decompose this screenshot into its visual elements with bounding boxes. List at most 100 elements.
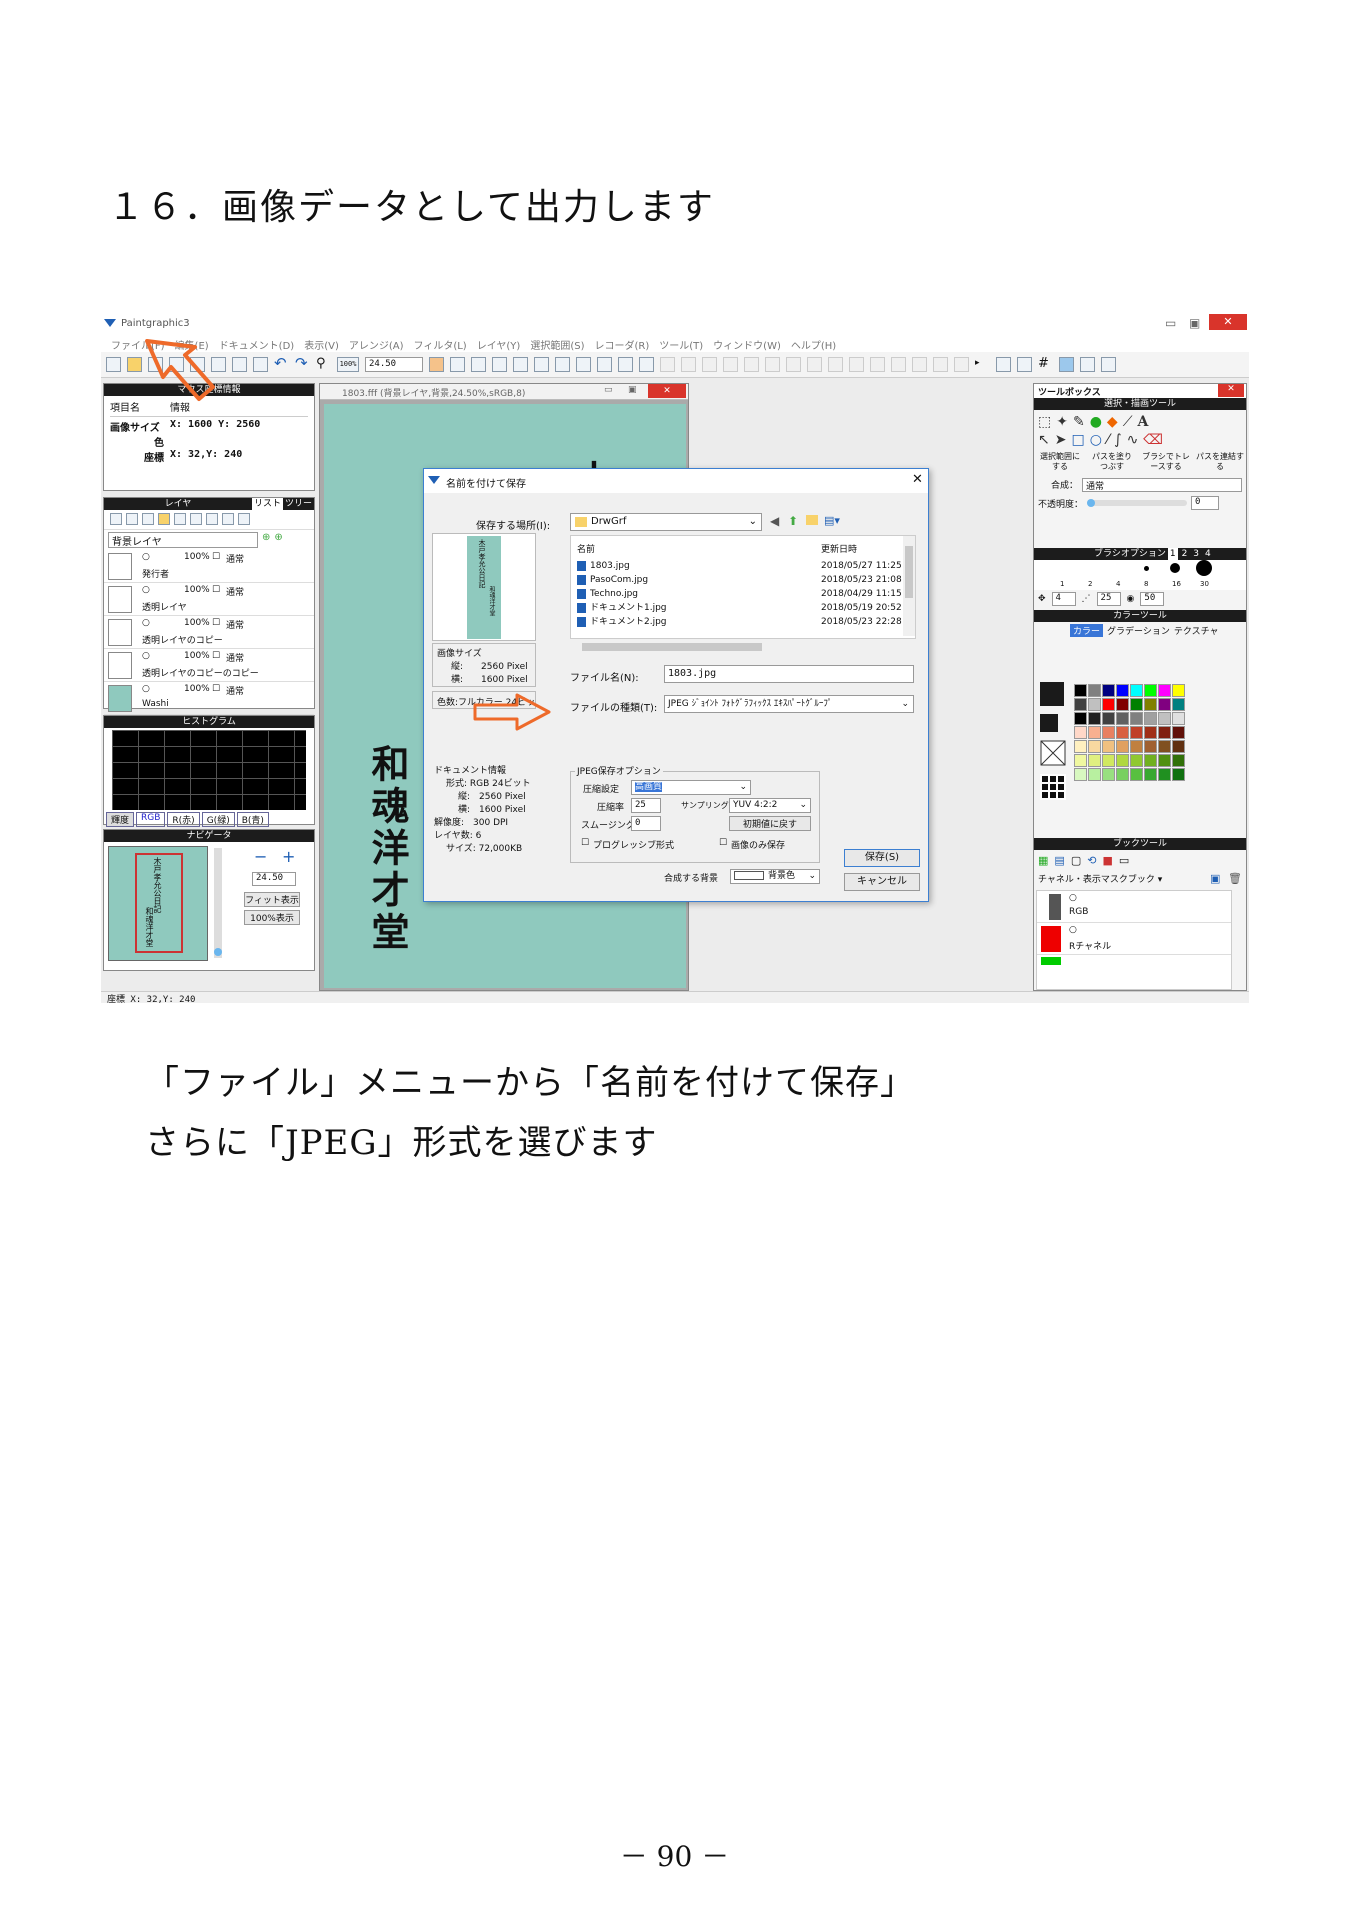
- color-swatch[interactable]: [1172, 684, 1185, 697]
- channel-visible-icon[interactable]: ○: [1069, 893, 1077, 903]
- menu-help[interactable]: ヘルプ(H): [791, 341, 836, 352]
- layer-folder-icon[interactable]: [158, 513, 170, 525]
- brush-tab-2[interactable]: 2: [1180, 548, 1190, 560]
- trace-brush-button[interactable]: ブラシでトレースする: [1140, 452, 1192, 472]
- channel-visible-icon[interactable]: ○: [1069, 925, 1077, 935]
- compress-setting-select[interactable]: 高画質 ⌄: [631, 780, 751, 795]
- tab-gradation[interactable]: グラデーション: [1107, 624, 1170, 637]
- restore-icon[interactable]: ▣: [1189, 316, 1200, 330]
- magic-wand-icon[interactable]: ✦: [1056, 414, 1073, 430]
- file-row[interactable]: ドキュメント1.jpg 2018/05/19 20:52: [571, 601, 915, 615]
- rotate-icon[interactable]: [450, 357, 465, 372]
- color-swatch[interactable]: [1102, 712, 1115, 725]
- color-swatch[interactable]: [1144, 740, 1157, 753]
- curve-tool-icon[interactable]: ∫: [1114, 432, 1126, 448]
- save-button[interactable]: 保存(S): [844, 849, 920, 867]
- color-swatch[interactable]: [1116, 754, 1129, 767]
- color-swatch[interactable]: [1130, 768, 1143, 781]
- tab-rgb[interactable]: RGB: [136, 812, 166, 827]
- color-swatch[interactable]: [1102, 740, 1115, 753]
- color-swatch[interactable]: [1116, 740, 1129, 753]
- sampling-select[interactable]: YUV 4:2:2 ⌄: [729, 798, 811, 813]
- copy-layer-icon[interactable]: [126, 513, 138, 525]
- zoom-in-icon[interactable]: +: [282, 847, 295, 866]
- channel-select[interactable]: チャネル・表示マスクブック ▾: [1038, 872, 1162, 885]
- brush-tab-1[interactable]: 1: [1167, 548, 1178, 560]
- color-swatch[interactable]: [1074, 768, 1087, 781]
- up-folder-icon[interactable]: ⬆: [788, 514, 798, 528]
- color-swatch[interactable]: [1116, 684, 1129, 697]
- blend-select[interactable]: 通常: [1082, 478, 1242, 492]
- zoom-select[interactable]: 24.50: [365, 357, 423, 372]
- layer-add-icon[interactable]: ⊕: [274, 532, 282, 548]
- color-swatch[interactable]: [1130, 726, 1143, 739]
- open-folder-icon[interactable]: [127, 357, 142, 372]
- frame-icon[interactable]: [1080, 357, 1095, 372]
- lasso-tool-icon[interactable]: ⬚: [1038, 414, 1056, 430]
- rotate-right-icon[interactable]: [492, 357, 507, 372]
- menu-document[interactable]: ドキュメント(D): [219, 341, 295, 352]
- layer-visible-icon[interactable]: ○: [142, 651, 150, 661]
- tab-red[interactable]: R(赤): [167, 812, 200, 827]
- color-swatch[interactable]: [1144, 684, 1157, 697]
- color-swatch[interactable]: [1158, 712, 1171, 725]
- opacity-slider[interactable]: [1087, 499, 1188, 507]
- layer-link-icon[interactable]: [222, 513, 234, 525]
- file-list-hscroll[interactable]: [570, 641, 900, 653]
- flip-icon[interactable]: [471, 357, 486, 372]
- color-swatch[interactable]: [1130, 712, 1143, 725]
- merge-layer-icon[interactable]: [174, 513, 186, 525]
- layer-lock-checkbox[interactable]: ☐: [212, 585, 220, 595]
- mirror-icon[interactable]: [534, 357, 549, 372]
- color-swatch[interactable]: [1172, 712, 1185, 725]
- new-layer-icon[interactable]: [110, 513, 122, 525]
- brush-size-2[interactable]: 2: [1088, 580, 1092, 588]
- pen-tool-icon[interactable]: ⟋: [1123, 414, 1138, 430]
- text-tool-icon[interactable]: A: [1138, 414, 1154, 430]
- layer-row[interactable]: ○ 100% ☐ 通常 Washi: [104, 682, 314, 715]
- color-swatch[interactable]: [1088, 754, 1101, 767]
- color-swatch[interactable]: [1088, 684, 1101, 697]
- undo-icon[interactable]: ↶: [274, 356, 289, 372]
- book-load-icon[interactable]: ⟲: [1087, 854, 1102, 867]
- brush-density-input[interactable]: 50: [1140, 592, 1165, 606]
- color-swatch[interactable]: [1074, 754, 1087, 767]
- layer-row[interactable]: ○ 100% ☐ 通常 透明レイヤのコピーのコピー: [104, 649, 314, 682]
- col-date[interactable]: 更新日時: [821, 542, 857, 555]
- color-swatch[interactable]: [1102, 726, 1115, 739]
- file-row[interactable]: PasoCom.jpg 2018/05/23 21:08: [571, 573, 915, 587]
- transform-icon[interactable]: [555, 357, 570, 372]
- color-swatch[interactable]: [1130, 754, 1143, 767]
- layer-row[interactable]: ○ 100% ☐ 通常 発行者: [104, 550, 314, 583]
- color-swatch[interactable]: [1088, 698, 1101, 711]
- image-only-checkbox[interactable]: ☐: [719, 838, 727, 848]
- color-swatch[interactable]: [1102, 698, 1115, 711]
- channel-add-icon[interactable]: ▣: [1210, 872, 1220, 885]
- tab-list[interactable]: リスト: [251, 498, 283, 510]
- fill-path-button[interactable]: パスを塗りつぶす: [1088, 452, 1136, 472]
- color-swatch[interactable]: [1102, 754, 1115, 767]
- color-swatch[interactable]: [1088, 740, 1101, 753]
- ellipse-tool-icon[interactable]: ○: [1090, 432, 1107, 448]
- menu-selection[interactable]: 選択範囲(S): [530, 341, 584, 352]
- brush-size-4[interactable]: 4: [1116, 580, 1120, 588]
- doc-close-button[interactable]: ✕: [648, 384, 686, 398]
- layer-visible-icon[interactable]: ○: [142, 585, 150, 595]
- crop-icon[interactable]: [597, 357, 612, 372]
- dialog-close-icon[interactable]: ✕: [912, 472, 923, 487]
- menu-window[interactable]: ウィンドウ(W): [713, 341, 781, 352]
- filetype-select[interactable]: JPEG ｼﾞｮｲﾝﾄ ﾌｫﾄｸﾞﾗﾌｨｯｸｽ ｴｷｽﾊﾟｰﾄｸﾞﾙｰﾌﾟ ⌄: [664, 695, 914, 713]
- color-swatch[interactable]: [1074, 712, 1087, 725]
- file-row[interactable]: Techno.jpg 2018/04/29 11:15: [571, 587, 915, 601]
- color-swatch[interactable]: [1158, 754, 1171, 767]
- color-swatch[interactable]: [1144, 726, 1157, 739]
- color-swatch[interactable]: [1074, 740, 1087, 753]
- color-swatch[interactable]: [1130, 740, 1143, 753]
- bezier-tool-icon[interactable]: ∿: [1127, 432, 1144, 448]
- menu-view[interactable]: 表示(V): [304, 341, 339, 352]
- canvas-icon[interactable]: [639, 357, 654, 372]
- brush-tool-icon[interactable]: ✎: [1073, 414, 1090, 430]
- paste-icon[interactable]: [253, 357, 268, 372]
- panel-icon[interactable]: [1101, 357, 1116, 372]
- menu-tool[interactable]: ツール(T): [659, 341, 703, 352]
